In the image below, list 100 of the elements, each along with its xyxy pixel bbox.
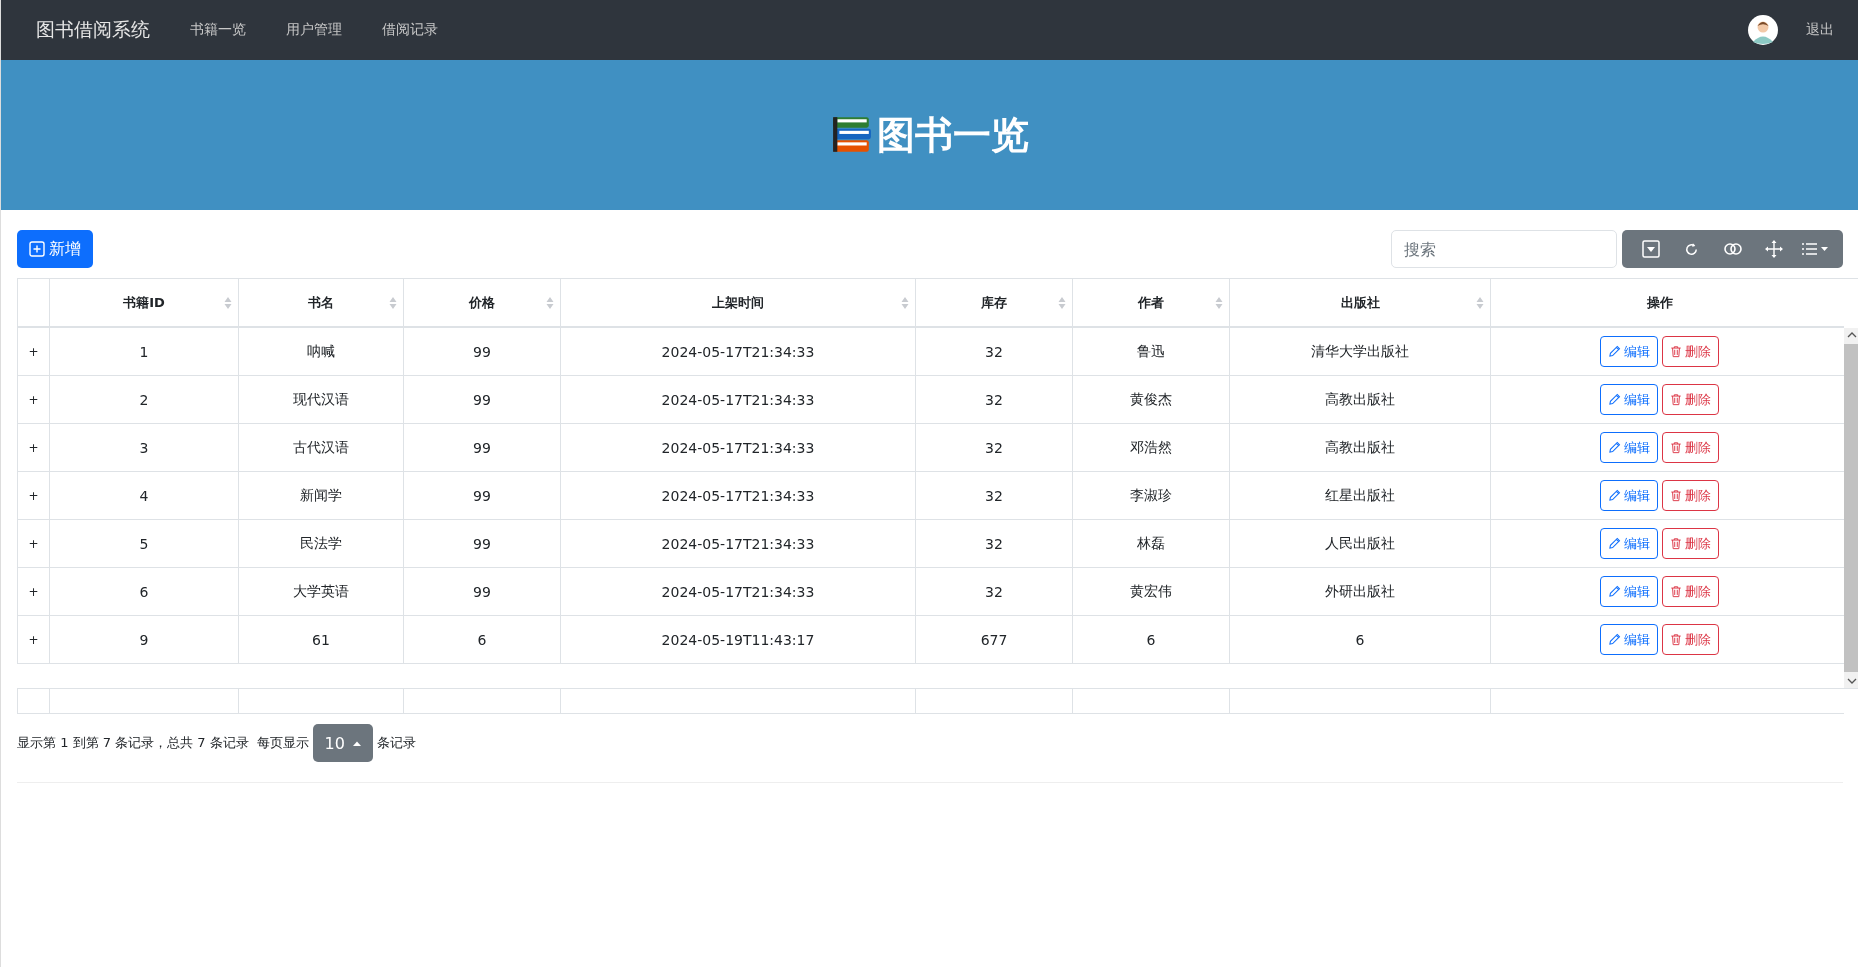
edit-button[interactable]: 编辑 — [1600, 336, 1658, 367]
table-cell: 黄宏伟 — [1072, 568, 1229, 615]
table-cell: 外研出版社 — [1229, 568, 1490, 615]
page-title: 图书一览 — [876, 111, 1029, 159]
edit-button[interactable]: 编辑 — [1600, 624, 1658, 655]
table-cell: 现代汉语 — [238, 376, 403, 423]
expand-toggle[interactable]: + — [28, 440, 39, 455]
column-header-label: 出版社 — [1340, 293, 1380, 312]
table-cell: 6 — [49, 568, 238, 615]
table-cell: 99 — [403, 424, 560, 471]
nav-link[interactable]: 用户管理 — [286, 21, 342, 39]
edit-button[interactable]: 编辑 — [1600, 480, 1658, 511]
delete-button[interactable]: 删除 — [1662, 624, 1719, 655]
expand-toggle[interactable]: + — [28, 344, 39, 359]
column-header[interactable]: 书名 — [238, 279, 403, 326]
table-cell: 林磊 — [1072, 520, 1229, 567]
scrollbar[interactable] — [1844, 328, 1858, 688]
expand-toggle[interactable]: + — [28, 536, 39, 551]
column-header-label: 书名 — [308, 293, 334, 312]
column-header[interactable]: 操作 — [1490, 279, 1828, 326]
table-cell: 5 — [49, 520, 238, 567]
table-cell: 32 — [915, 424, 1072, 471]
page-size-dropdown[interactable]: 10 — [312, 724, 373, 762]
column-header[interactable]: 价格 — [403, 279, 560, 326]
trash-icon — [1670, 345, 1682, 358]
table-cell: 呐喊 — [238, 328, 403, 375]
table-cell: 2024-05-17T21:34:33 — [560, 328, 915, 375]
edit-button[interactable]: 编辑 — [1600, 432, 1658, 463]
table-cell: 鲁迅 — [1072, 328, 1229, 375]
expand-toggle[interactable]: + — [28, 392, 39, 407]
logout-link[interactable]: 退出 — [1806, 21, 1834, 39]
delete-button[interactable]: 删除 — [1662, 576, 1719, 607]
table-cell: 32 — [915, 520, 1072, 567]
pencil-icon — [1608, 441, 1621, 454]
caret-square-icon — [1641, 240, 1660, 258]
table-cell: 32 — [915, 328, 1072, 375]
column-header[interactable]: 库存 — [915, 279, 1072, 326]
trash-icon — [1670, 537, 1682, 550]
avatar-icon[interactable] — [1748, 15, 1778, 45]
table-cell: 9 — [49, 616, 238, 663]
table-cell: 61 — [238, 616, 403, 663]
table-cell: 6 — [1229, 616, 1490, 663]
edit-button[interactable]: 编辑 — [1600, 528, 1658, 559]
table-cell: 2024-05-17T21:34:33 — [560, 424, 915, 471]
table-cell: 99 — [403, 328, 560, 375]
table-cell: 黄俊杰 — [1072, 376, 1229, 423]
table-cell: 清华大学出版社 — [1229, 328, 1490, 375]
nav-link[interactable]: 借阅记录 — [382, 21, 438, 39]
table-cell: 新闻学 — [238, 472, 403, 519]
table-cell: 2024-05-19T11:43:17 — [560, 616, 915, 663]
table-cell: 2024-05-17T21:34:33 — [560, 568, 915, 615]
table-cell: 1 — [49, 328, 238, 375]
edit-button[interactable]: 编辑 — [1600, 384, 1658, 415]
expand-toggle[interactable]: + — [28, 584, 39, 599]
trash-icon — [1670, 393, 1682, 406]
table-cell: 古代汉语 — [238, 424, 403, 471]
edit-button[interactable]: 编辑 — [1600, 576, 1658, 607]
trash-icon — [1670, 585, 1682, 598]
delete-button[interactable]: 删除 — [1662, 432, 1719, 463]
table-cell: 高教出版社 — [1229, 424, 1490, 471]
trash-icon — [1670, 441, 1682, 454]
page-size-suffix: 条记录 — [376, 734, 416, 752]
column-header[interactable]: 上架时间 — [560, 279, 915, 326]
column-header[interactable]: 作者 — [1072, 279, 1229, 326]
toggle-icon — [1722, 242, 1743, 256]
table-cell: 4 — [49, 472, 238, 519]
pagination-summary: 显示第 1 到第 7 条记录，总共 7 条记录 — [17, 734, 249, 752]
table-cell: 高教出版社 — [1229, 376, 1490, 423]
table-cell: 32 — [915, 472, 1072, 519]
list-icon — [1801, 242, 1828, 256]
table-cell: 2024-05-17T21:34:33 — [560, 472, 915, 519]
table-cell: 6 — [1072, 616, 1229, 663]
delete-button[interactable]: 删除 — [1662, 480, 1719, 511]
column-header[interactable]: 书籍ID — [49, 279, 238, 326]
table-cell: 99 — [403, 376, 560, 423]
table-cell: 大学英语 — [238, 568, 403, 615]
column-header-label: 库存 — [981, 293, 1007, 312]
search-field[interactable]: 搜索 — [1391, 230, 1617, 268]
delete-button[interactable]: 删除 — [1662, 384, 1719, 415]
table-cell: 677 — [915, 616, 1072, 663]
table-cell: 红星出版社 — [1229, 472, 1490, 519]
expand-toggle[interactable]: + — [28, 632, 39, 647]
pencil-icon — [1608, 633, 1621, 646]
table-cell: 2024-05-17T21:34:33 — [560, 520, 915, 567]
delete-button[interactable]: 删除 — [1662, 528, 1719, 559]
column-header-label: 上架时间 — [712, 293, 764, 312]
table-cell: 邓浩然 — [1072, 424, 1229, 471]
scroll-down-icon — [1847, 678, 1857, 684]
brand-title[interactable]: 图书借阅系统 — [36, 17, 150, 43]
plus-square-icon — [29, 241, 45, 257]
nav-link[interactable]: 书籍一览 — [190, 21, 246, 39]
table-cell: 3 — [49, 424, 238, 471]
move-arrows-icon — [1764, 240, 1783, 258]
trash-icon — [1670, 489, 1682, 502]
delete-button[interactable]: 删除 — [1662, 336, 1719, 367]
column-header-label: 作者 — [1138, 293, 1164, 312]
add-button[interactable]: 新增 — [17, 230, 93, 268]
column-header[interactable]: 出版社 — [1229, 279, 1490, 326]
expand-toggle[interactable]: + — [28, 488, 39, 503]
column-header-label: 操作 — [1646, 293, 1673, 312]
